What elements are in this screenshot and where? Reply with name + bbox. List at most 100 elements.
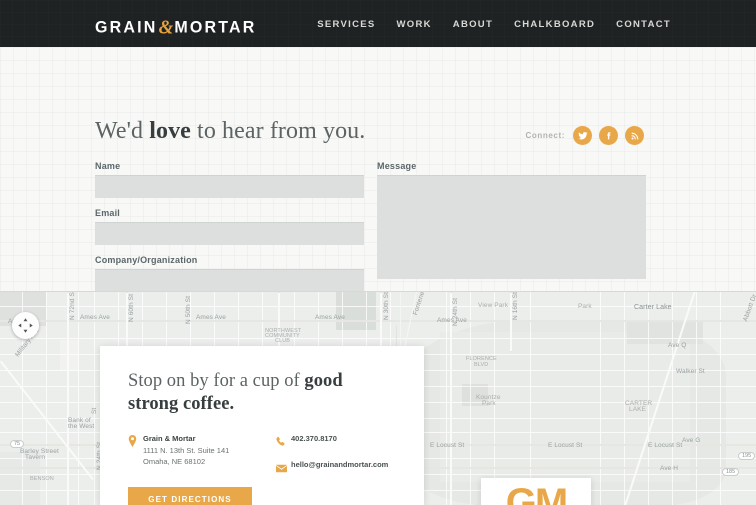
map-road-ames-ave — [0, 320, 756, 322]
form-column-right: Message SUBMIT — [377, 161, 646, 312]
phone-email-block: 402.370.8170 hello@grainandmortar.com — [275, 433, 396, 505]
contact-form-section: We'd love to hear from you. Connect: Nam… — [0, 47, 756, 312]
connect-label: Connect: — [525, 131, 565, 140]
map-label-vertical: N 24th St — [452, 298, 459, 326]
map-block — [627, 322, 703, 344]
map-label-vertical: N 30th St — [383, 292, 390, 320]
map-label: View Park — [478, 302, 509, 309]
contact-details: Grain & Mortar 1111 N. 13th St. Suite 14… — [128, 433, 396, 505]
page-title: We'd love to hear from you. — [95, 118, 365, 145]
address-block: Grain & Mortar 1111 N. 13th St. Suite 14… — [128, 433, 276, 505]
name-input[interactable] — [95, 175, 364, 198]
map-grid-line — [78, 292, 79, 505]
title-part-2: to hear from you. — [190, 118, 366, 144]
address-line-2: Omaha, NE 68102 — [143, 457, 206, 467]
logo-ampersand: & — [158, 16, 174, 39]
map-grid-line — [0, 338, 756, 339]
facebook-icon[interactable] — [599, 126, 618, 145]
envelope-icon — [275, 459, 291, 478]
map-label: E Locust St — [430, 442, 465, 449]
map-label-vertical: N 50th St — [185, 296, 192, 324]
map-label: Ames Ave — [196, 314, 226, 321]
map-label: Ave G — [682, 437, 701, 444]
title-emphasis: love — [149, 118, 191, 144]
address-line-1: 1111 N. 13th St. Suite 141 — [143, 445, 230, 455]
map-grid-line — [696, 292, 697, 505]
map-label: Ave H — [660, 465, 679, 472]
map-grid-line — [648, 292, 649, 505]
map-road-n72nd-st — [67, 292, 69, 505]
gm-logo-card: GM — [481, 478, 591, 505]
site-header: GRAIN & MORTAR SERVICES WORK ABOUT CHALKBO… — [0, 0, 756, 47]
map-poi-label: the West — [68, 423, 95, 430]
map-pan-control[interactable] — [12, 312, 39, 339]
twitter-icon[interactable] — [573, 126, 592, 145]
highway-shield: 185 — [722, 468, 740, 476]
map-label: Ames Ave — [315, 314, 345, 321]
business-name: Grain & Mortar — [143, 434, 196, 444]
map-grid-line — [94, 292, 95, 505]
nav-item-services[interactable]: SERVICES — [317, 19, 375, 30]
map-block — [60, 340, 78, 370]
phone-icon — [276, 433, 291, 452]
contact-form: Name Email Company/Organization Message … — [95, 161, 661, 312]
map-label-vertical: Abbott Dr — [742, 293, 756, 323]
phone-number: 402.370.8170 — [291, 434, 337, 444]
social-connect-group: Connect: — [526, 126, 644, 145]
title-part-1: We'd — [95, 118, 150, 144]
map-label-vertical: N 60th St — [128, 294, 135, 322]
phone-line[interactable]: 402.370.8170 — [276, 433, 396, 452]
map-pin-icon — [128, 433, 143, 452]
logo-text-mortar: MORTAR — [174, 18, 257, 37]
email-input[interactable] — [95, 222, 364, 245]
nav-item-about[interactable]: ABOUT — [453, 19, 493, 30]
address-line: Grain & Mortar 1111 N. 13th St. Suite 14… — [128, 433, 276, 468]
location-card-title: Stop on by for a cup of good strong coffe… — [128, 370, 396, 415]
company-label: Company/Organization — [95, 255, 198, 265]
map-label: Park — [482, 400, 496, 407]
map-grid-line — [720, 292, 721, 505]
map-label: Ames Ave — [80, 314, 110, 321]
rss-icon[interactable] — [625, 126, 644, 145]
map-label: E Locust St — [548, 442, 583, 449]
nav-item-chalkboard[interactable]: CHALKBOARD — [514, 19, 595, 30]
email-address: hello@grainandmortar.com — [291, 460, 389, 470]
message-textarea[interactable] — [377, 175, 646, 279]
logo-text-grain: GRAIN — [95, 18, 158, 37]
map-grid-line — [672, 292, 673, 505]
message-label: Message — [377, 161, 417, 171]
email-line[interactable]: hello@grainandmortar.com — [275, 459, 396, 478]
map-label: BLVD — [474, 362, 489, 368]
nav-item-contact[interactable]: CONTACT — [616, 19, 671, 30]
map-grid-line — [600, 292, 601, 505]
card-title-emphasis-1: good — [304, 371, 343, 391]
get-directions-button[interactable]: GET DIRECTIONS — [128, 487, 252, 505]
map-grid-line — [624, 292, 625, 505]
gm-monogram: GM — [505, 481, 568, 505]
map-label: Park — [578, 303, 592, 310]
map-label: LAKE — [629, 406, 647, 413]
map-poi-label: Tavern — [25, 454, 46, 461]
location-info-card: Stop on by for a cup of good strong coffe… — [100, 346, 424, 505]
map-grid-line — [46, 292, 47, 505]
form-column-left: Name Email Company/Organization — [95, 161, 364, 312]
map-label: BENSON — [30, 476, 54, 482]
company-input[interactable] — [95, 269, 364, 292]
main-navigation: SERVICES WORK ABOUT CHALKBOARD CONTACT — [317, 19, 671, 30]
map-label: CLUB — [275, 338, 291, 344]
map-grid-line — [470, 292, 471, 505]
map-label-vertical: N 72nd St — [69, 291, 76, 320]
map-label-vertical: N 16th St — [512, 292, 519, 320]
map-label: Walker St — [676, 368, 705, 375]
pan-arrows-icon — [18, 318, 33, 333]
card-title-emphasis-2: strong coffee. — [128, 393, 235, 414]
map-label: Carter Lake — [634, 304, 672, 311]
card-title-part-1: Stop on by for a cup of — [128, 371, 305, 391]
email-label: Email — [95, 208, 121, 218]
nav-item-work[interactable]: WORK — [397, 19, 432, 30]
map-grid-line — [530, 292, 531, 505]
site-logo[interactable]: GRAIN & MORTAR — [95, 15, 257, 39]
map-label: Ave Q — [668, 342, 687, 349]
map-label-vertical: St — [91, 407, 98, 414]
map-label: E Locust St — [648, 442, 683, 449]
